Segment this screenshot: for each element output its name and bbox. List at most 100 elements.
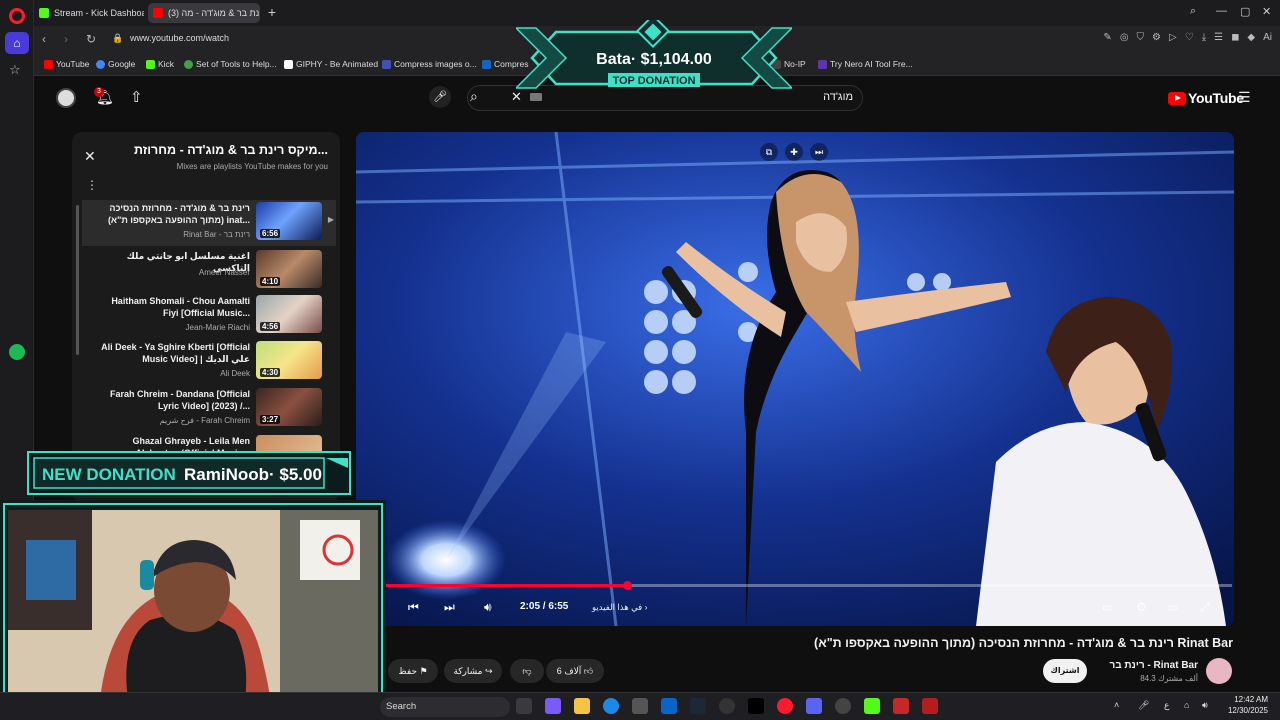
bookmark-tools[interactable]: Set of Tools to Help... (184, 59, 277, 69)
network-icon[interactable]: ⌂ (1184, 700, 1189, 710)
opera-logo-icon[interactable] (9, 8, 25, 24)
camera-icon[interactable]: ◎ (1120, 32, 1129, 43)
playlist-title[interactable]: מיקס רינת בר & מוג'דה - מחרוזת... (104, 143, 328, 157)
tab-youtube[interactable]: (3) רינת בר & מוג'דה - מה (148, 3, 260, 23)
dislike-button[interactable]: 👎︎ (510, 659, 544, 683)
tab-kick-dashboard[interactable]: Stream - Kick Dashboard (34, 3, 144, 23)
bookmark-compress[interactable]: Compress images o... (382, 59, 477, 69)
video-player[interactable] (356, 132, 1234, 626)
kick-app-icon[interactable] (864, 698, 880, 714)
spotify-icon[interactable] (9, 344, 25, 360)
previous-icon[interactable]: ⏮ (408, 600, 419, 615)
avatar[interactable] (56, 88, 76, 108)
list-item[interactable]: 6:56 רינת בר & מוג'דה - מחרוזת הנסיכה (מ… (82, 200, 336, 246)
shield-icon[interactable]: ⛉ (1137, 32, 1145, 43)
clock-date[interactable]: 12/30/2025 (1208, 706, 1268, 715)
copilot-icon[interactable] (545, 698, 561, 714)
obs-icon[interactable] (835, 698, 851, 714)
tab-label: Stream - Kick Dashboard (54, 8, 144, 18)
steam-icon[interactable] (690, 698, 706, 714)
pause-icon[interactable]: ⏭ (444, 600, 455, 615)
4k-icon[interactable] (719, 698, 735, 714)
keyboard-icon[interactable] (530, 93, 542, 101)
scrollbar[interactable] (76, 205, 79, 355)
bookmark-label: Kick (158, 59, 175, 69)
youtube-logo[interactable]: YouTube (1168, 90, 1244, 106)
star-icon[interactable]: ☆ (9, 62, 21, 78)
task-view-icon[interactable] (516, 698, 532, 714)
bookmark-label: Set of Tools to Help... (196, 59, 277, 69)
edge-icon[interactable] (603, 698, 619, 714)
settings-icon[interactable]: ⚙ (1136, 600, 1147, 614)
guide-menu-icon[interactable]: ☰ (1238, 89, 1251, 106)
skip-icon[interactable]: ⏭ (810, 143, 828, 161)
forward-icon[interactable]: › (64, 32, 68, 46)
chapter-button[interactable]: في هذا الفيديو › (592, 602, 647, 613)
maximize-icon[interactable]: ▢ (1240, 5, 1250, 18)
video-thumbnail: 6:56 (256, 202, 322, 240)
channel-name[interactable]: רינת בר - Rinat Bar (1080, 660, 1198, 671)
vpn-icon[interactable]: ◆ (1247, 32, 1255, 43)
tools-icon (184, 60, 193, 69)
duration: 4:56 (260, 322, 281, 331)
bookmark-youtube[interactable]: YouTube (44, 59, 89, 69)
theater-icon[interactable]: ▭ (1168, 600, 1179, 614)
store-icon[interactable] (632, 698, 648, 714)
clear-search-icon[interactable]: ✕ (511, 89, 522, 105)
home-icon[interactable]: ⌂ (5, 32, 29, 54)
speaker-icon[interactable]: 🔊︎ (1202, 700, 1208, 711)
tf-icon[interactable] (922, 698, 938, 714)
reload-icon[interactable]: ↻ (86, 32, 96, 46)
close-window-icon[interactable]: ✕ (1262, 5, 1271, 18)
list-item[interactable]: 3:27 Farah Chreim - Dandana [Official Ly… (82, 386, 336, 432)
more-options-icon[interactable]: ⋮ (86, 178, 98, 192)
bookmark-kick[interactable]: Kick (146, 59, 174, 69)
search-icon[interactable]: ⌕ (470, 88, 478, 105)
list-item[interactable]: 4:10 اغنية مسلسل ابو جانتي ملك التاكسي A… (82, 248, 336, 294)
bookmark-nero[interactable]: Try Nero AI Tool Fre... (818, 59, 913, 69)
taskbar-search[interactable]: Search (380, 697, 510, 717)
search-tabs-icon[interactable]: ⌕ (1190, 5, 1196, 18)
opera-icon[interactable] (777, 698, 793, 714)
list-item[interactable]: 4:30 Ali Deek - Ya Sghire Kberti [Offici… (82, 339, 336, 385)
ai-icon[interactable]: Ai (1263, 32, 1272, 43)
volume-icon[interactable]: 🔊︎ (484, 600, 492, 615)
save-button[interactable]: حفظ ⚑ (388, 659, 438, 683)
language-indicator[interactable]: ع (1164, 700, 1169, 711)
tiktok-icon[interactable] (748, 698, 764, 714)
profile-icon[interactable]: ◼ (1231, 32, 1239, 43)
fullscreen-icon[interactable]: ⤢ (1200, 600, 1210, 615)
bookmark-google[interactable]: Google (96, 59, 135, 69)
extensions-icon[interactable]: ⚙ (1152, 32, 1161, 43)
play-icon[interactable]: ▷ (1169, 32, 1177, 43)
url-field[interactable]: www.youtube.com/watch (130, 33, 229, 43)
chevron-up-icon[interactable]: ˄ (1114, 700, 1119, 710)
file-explorer-icon[interactable] (574, 698, 590, 714)
subtitles-icon[interactable]: ▭ (1102, 600, 1113, 614)
menu-icon[interactable]: ☰ (1214, 32, 1223, 43)
share-button[interactable]: مشاركة ↪ (444, 659, 502, 683)
like-button[interactable]: 6 آلاف 👍︎ (546, 659, 604, 683)
microphone-icon[interactable]: 🎤︎ (1138, 700, 1149, 711)
mic-icon[interactable]: 🎤︎ (429, 86, 451, 108)
miniplayer-icon[interactable]: ⧉ (760, 143, 778, 161)
back-icon[interactable]: ‹ (42, 32, 46, 46)
close-icon[interactable]: ✕ (84, 148, 96, 165)
ambient-icon[interactable]: ✚ (785, 143, 803, 161)
top-donation-label: TOP DONATION (612, 75, 695, 87)
new-tab-button[interactable]: + (264, 4, 280, 20)
snapshot-icon[interactable]: ✎ (1103, 32, 1111, 43)
bookmark-label: YouTube (56, 59, 90, 69)
download-icon[interactable]: ⤓ (1202, 32, 1206, 43)
outlook-icon[interactable] (661, 698, 677, 714)
minimize-icon[interactable]: — (1216, 5, 1227, 17)
bookmark-giphy[interactable]: GIPHY - Be Animated (284, 59, 378, 69)
list-item[interactable]: 4:56 Haitham Shomali - Chou Aamalti Fiyi… (82, 293, 336, 339)
upload-icon[interactable]: ⇧ (130, 88, 143, 106)
clock-time[interactable]: 12:42 AM (1208, 695, 1268, 704)
discord-icon[interactable] (806, 698, 822, 714)
heart-icon[interactable]: ♡ (1185, 32, 1194, 43)
channel-avatar[interactable] (1206, 658, 1232, 684)
subscribe-button[interactable]: اشتراك (1043, 659, 1087, 683)
app-icon[interactable] (893, 698, 909, 714)
